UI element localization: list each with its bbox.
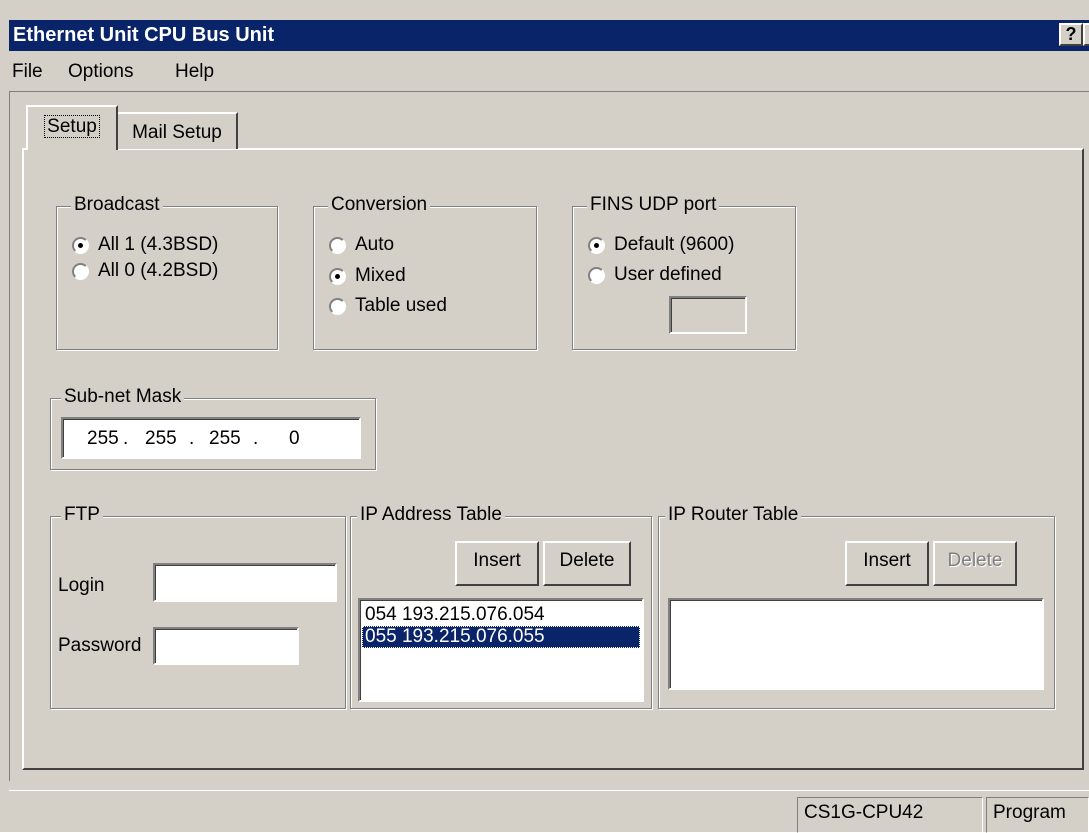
menu-bar: File Options Help xyxy=(9,51,1089,91)
subnet-separator: . xyxy=(123,428,129,449)
menu-options[interactable]: Options xyxy=(68,61,133,83)
ip-router-insert-button[interactable]: Insert xyxy=(845,541,929,586)
conversion-option-label: Mixed xyxy=(355,265,406,286)
ip-router-list[interactable] xyxy=(668,598,1044,690)
tab-setup-label: Setup xyxy=(44,115,100,138)
window-title: Ethernet Unit CPU Bus Unit xyxy=(13,24,275,46)
fins-option-label: Default (9600) xyxy=(614,234,735,255)
radio-circle xyxy=(329,298,346,315)
tab-mail-setup-label: Mail Setup xyxy=(132,122,222,143)
fins-udp-port-group: FINS UDP port Default (9600) User define… xyxy=(572,194,796,350)
ip-address-table-group: IP Address Table Insert Delete 054 193.2… xyxy=(350,504,652,709)
broadcast-group-label: Broadcast xyxy=(71,194,163,216)
subnet-octet-4: 0 xyxy=(289,428,300,449)
broadcast-option-label: All 0 (4.2BSD) xyxy=(98,260,219,281)
ip-address-delete-button[interactable]: Delete xyxy=(543,541,631,586)
status-bar: CS1G-CPU42 Program xyxy=(9,790,1089,833)
radio-circle xyxy=(329,268,346,285)
login-input[interactable] xyxy=(153,563,337,602)
title-bar[interactable]: Ethernet Unit CPU Bus Unit ? ✕ xyxy=(9,20,1089,51)
status-mode: Program xyxy=(986,797,1089,833)
password-label: Password xyxy=(58,635,142,656)
fins-option-label: User defined xyxy=(614,264,722,285)
ftp-group: FTP Login Password xyxy=(50,504,346,709)
menu-help[interactable]: Help xyxy=(175,61,214,83)
ip-router-table-group-label: IP Router Table xyxy=(665,504,802,526)
broadcast-group: Broadcast All 1 (4.3BSD) All 0 (4.2BSD) xyxy=(56,194,278,350)
close-button[interactable]: ✕ xyxy=(1083,23,1089,46)
subnet-mask-group: Sub-net Mask 255 . 255 . 255 . 0 xyxy=(50,386,376,470)
help-button[interactable]: ? xyxy=(1059,23,1083,46)
ip-address-row-selected[interactable]: 055 193.215.076.055 xyxy=(362,626,640,648)
radio-circle xyxy=(588,237,605,254)
conversion-group: Conversion Auto Mixed Table used xyxy=(313,194,537,350)
ip-address-list[interactable]: 054 193.215.076.054 055 193.215.076.055 xyxy=(358,598,644,702)
tab-mail-setup[interactable]: Mail Setup xyxy=(118,112,238,149)
subnet-separator: . xyxy=(189,428,195,449)
radio-circle xyxy=(588,267,605,284)
conversion-group-label: Conversion xyxy=(328,194,431,216)
password-input[interactable] xyxy=(153,627,299,665)
radio-circle xyxy=(72,237,89,254)
ip-router-table-group: IP Router Table Insert Delete xyxy=(658,504,1055,709)
subnet-mask-group-label: Sub-net Mask xyxy=(61,386,185,408)
menu-file[interactable]: File xyxy=(12,61,43,83)
subnet-octet-2: 255 xyxy=(145,428,177,449)
ftp-group-label: FTP xyxy=(61,504,103,526)
ip-address-table-group-label: IP Address Table xyxy=(357,504,505,526)
subnet-octet-3: 255 xyxy=(209,428,241,449)
ip-address-insert-button[interactable]: Insert xyxy=(455,541,539,586)
ip-router-delete-button[interactable]: Delete xyxy=(933,541,1017,586)
tab-setup[interactable]: Setup xyxy=(26,105,118,150)
dialog-window: Ethernet Unit CPU Bus Unit ? ✕ File Opti… xyxy=(0,0,1089,833)
radio-circle xyxy=(329,237,346,254)
radio-dot xyxy=(78,243,83,248)
fins-port-input[interactable] xyxy=(669,296,747,334)
conversion-option-label: Auto xyxy=(355,234,395,255)
radio-dot xyxy=(594,243,599,248)
login-label: Login xyxy=(58,575,105,596)
subnet-mask-input[interactable]: 255 . 255 . 255 . 0 xyxy=(61,417,361,459)
conversion-option-label: Table used xyxy=(355,295,447,316)
subnet-separator: . xyxy=(253,428,259,449)
ip-address-row[interactable]: 054 193.215.076.054 xyxy=(362,604,640,626)
radio-circle xyxy=(72,263,89,280)
radio-dot xyxy=(335,274,340,279)
subnet-octet-1: 255 xyxy=(87,428,119,449)
fins-udp-port-group-label: FINS UDP port xyxy=(587,194,720,216)
status-model: CS1G-CPU42 xyxy=(797,797,983,833)
broadcast-option-label: All 1 (4.3BSD) xyxy=(98,234,219,255)
